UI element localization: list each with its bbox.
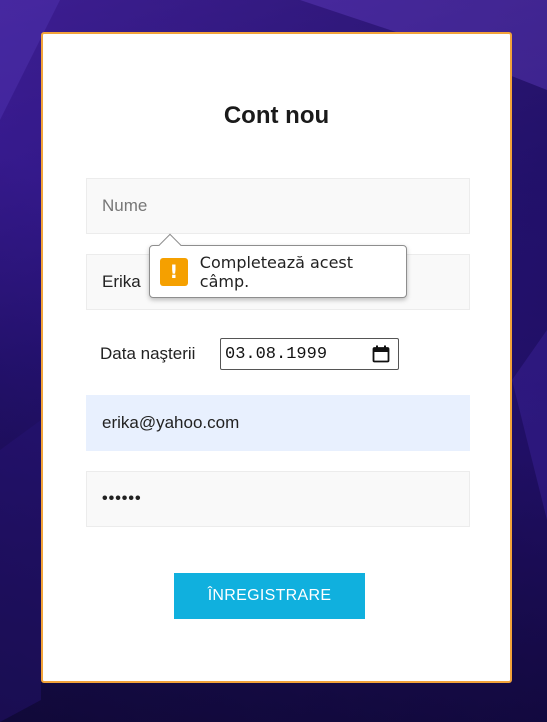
warning-icon: !	[160, 257, 188, 286]
surname-value: Erika	[102, 272, 141, 291]
name-input[interactable]: Nume	[86, 178, 470, 234]
password-value: ••••••	[102, 490, 142, 507]
tooltip-arrow	[158, 233, 182, 257]
dob-date-input[interactable]: 03.08.1999	[220, 338, 399, 370]
validation-tooltip: ! Completează acest câmp.	[149, 233, 407, 298]
calendar-icon[interactable]	[372, 345, 390, 363]
validation-message: Completează acest câmp.	[199, 252, 354, 291]
form-title: Cont nou	[223, 102, 330, 129]
email-input[interactable]: erika@yahoo.com	[86, 395, 470, 451]
dob-label: Data naşterii	[100, 344, 196, 363]
password-input[interactable]: ••••••	[86, 471, 470, 527]
signup-card: Cont nou Nume Erika Data naşterii 03.08.…	[41, 32, 512, 683]
register-button[interactable]: ÎNREGISTRARE	[174, 573, 365, 619]
dob-value: 03.08.1999	[225, 344, 328, 364]
email-value: erika@yahoo.com	[102, 413, 240, 432]
name-placeholder: Nume	[102, 196, 148, 215]
